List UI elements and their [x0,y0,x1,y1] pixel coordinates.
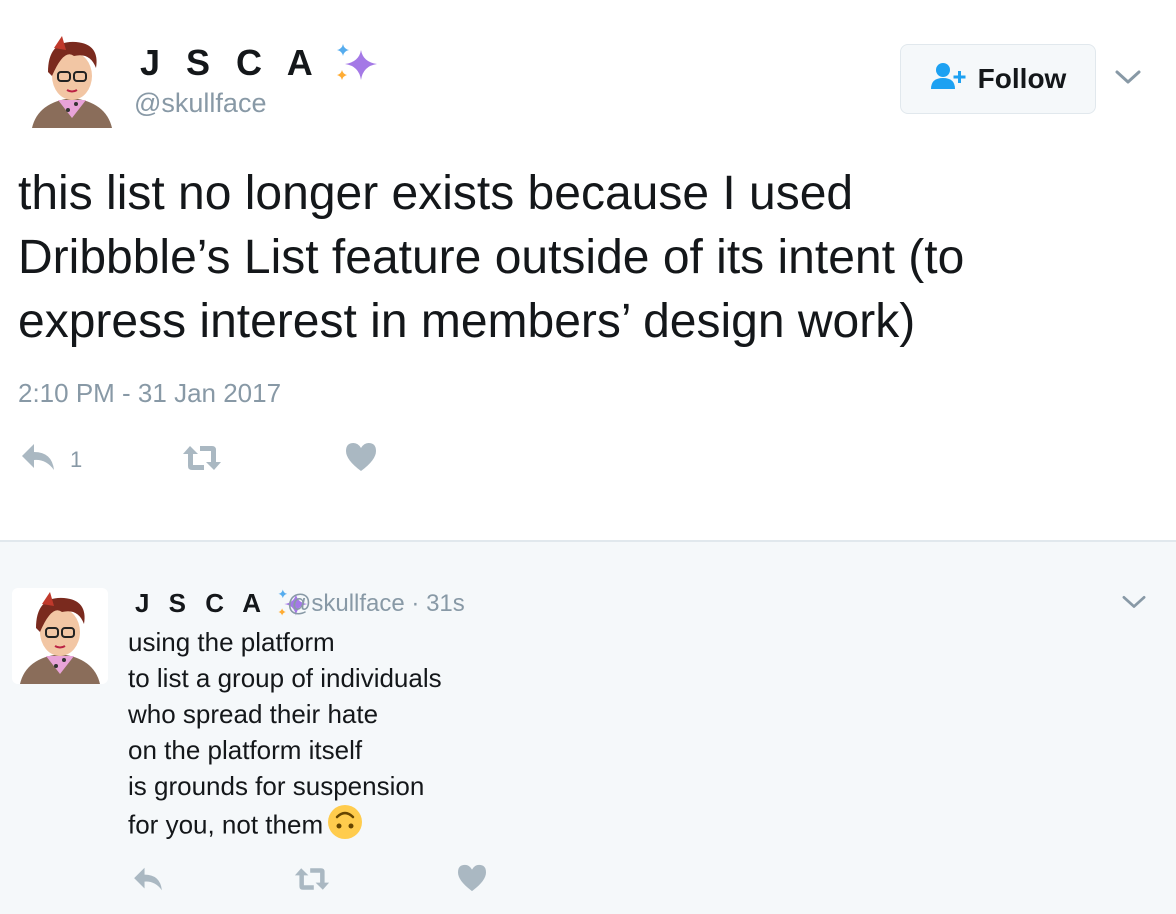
reply-display-name[interactable]: J S C A [135,588,311,627]
follow-user-icon [930,62,968,97]
heart-icon [457,864,487,896]
handle[interactable]: @skullface [134,88,266,119]
follow-label: Follow [977,63,1067,94]
display-name-text: J S C A [140,42,320,83]
like-button[interactable] [457,864,487,897]
heart-icon [345,443,377,476]
reply-button[interactable] [132,866,164,897]
reply-icon [20,442,56,477]
avatar[interactable] [24,32,120,128]
sparkles-icon [333,42,381,95]
upside-down-face-emoji [327,804,363,849]
reply-text: using the platform to list a group of in… [128,624,1128,849]
reply-handle-time[interactable]: @skullface · 31s [287,590,465,618]
retweet-button[interactable] [294,866,330,897]
like-button[interactable] [345,442,377,477]
retweet-icon [182,446,222,476]
tweet-timestamp[interactable]: 2:10 PM - 31 Jan 2017 [18,378,281,409]
reply-display-name-text: J S C A [135,588,267,618]
reply-text-body: using the platform to list a group of in… [128,627,442,840]
chevron-down-icon[interactable] [1113,64,1143,93]
tweet-text: this list no longer exists because I use… [18,167,965,348]
reply-icon [132,867,164,896]
reply-count: 1 [70,446,83,472]
retweet-icon [294,868,330,896]
reply-avatar[interactable] [12,588,108,684]
chevron-down-icon[interactable] [1120,590,1148,617]
follow-button[interactable]: Follow [900,44,1096,114]
retweet-button[interactable] [182,444,222,477]
reply-button[interactable]: 1 [20,442,82,477]
